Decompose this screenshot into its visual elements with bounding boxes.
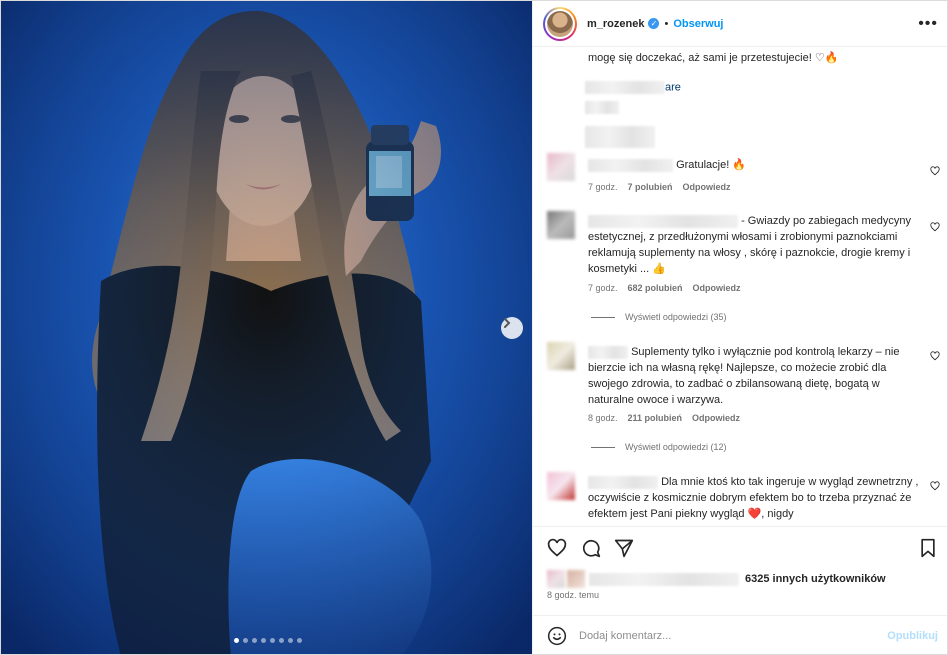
- comment-input[interactable]: Dodaj komentarz...: [579, 630, 887, 642]
- carousel-indicator: [234, 638, 302, 643]
- post-side-panel: m_rozenek ✓ • Obserwuj ••• mogę się docz…: [532, 1, 947, 654]
- carousel-next-button[interactable]: [501, 317, 523, 339]
- post-actions-bar: [533, 526, 947, 566]
- carousel-dot: [270, 638, 275, 643]
- view-replies-label: Wyświetl odpowiedzi (12): [625, 442, 727, 452]
- post-timestamp[interactable]: 8 godz. temu: [547, 590, 599, 600]
- comment-item: - Gwiazdy po zabiegach medycyny estetycz…: [588, 213, 923, 277]
- like-heart-icon[interactable]: [547, 538, 567, 558]
- comment-bubble-icon[interactable]: [581, 538, 601, 558]
- redacted-text: [585, 126, 655, 148]
- comment-meta: 8 godz. 211 polubień Odpowiedz: [588, 413, 740, 423]
- reply-button[interactable]: Odpowiedz: [683, 182, 731, 192]
- comment-likes[interactable]: 7 polubień: [628, 182, 673, 192]
- comment-age: 7 godz.: [588, 182, 618, 192]
- save-bookmark-icon[interactable]: [918, 538, 938, 558]
- post-photo[interactable]: [1, 1, 532, 654]
- view-replies-button[interactable]: Wyświetl odpowiedzi (12): [591, 442, 726, 452]
- commenter-avatar[interactable]: [547, 211, 575, 239]
- author-username[interactable]: m_rozenek: [587, 18, 644, 30]
- chevron-right-icon: [504, 318, 511, 328]
- comment-meta: 7 godz. 682 polubień Odpowiedz: [588, 283, 741, 293]
- redacted-text: [585, 101, 619, 114]
- instagram-post-modal: m_rozenek ✓ • Obserwuj ••• mogę się docz…: [0, 0, 948, 655]
- carousel-dot: [297, 638, 302, 643]
- carousel-dot: [252, 638, 257, 643]
- comment-meta: 7 godz. 7 polubień Odpowiedz: [588, 182, 731, 192]
- carousel-dot: [288, 638, 293, 643]
- author-avatar[interactable]: [543, 6, 577, 41]
- caption-link-row[interactable]: are: [585, 81, 681, 94]
- add-comment-bar: Dodaj komentarz... Opublikuj: [533, 615, 947, 654]
- post-header: m_rozenek ✓ • Obserwuj •••: [533, 1, 947, 47]
- carousel-dot: [243, 638, 248, 643]
- follow-button[interactable]: Obserwuj: [673, 18, 723, 30]
- comment-text: Gratulacje! 🔥: [676, 159, 747, 171]
- reply-button[interactable]: Odpowiedz: [693, 283, 741, 293]
- carousel-dot: [261, 638, 266, 643]
- like-comment-icon[interactable]: [930, 166, 940, 176]
- comment-likes[interactable]: 211 polubień: [628, 413, 683, 423]
- more-options-icon[interactable]: •••: [918, 15, 938, 33]
- share-send-icon[interactable]: [614, 538, 634, 558]
- likes-count: 6325 innych użytkowników: [745, 573, 886, 585]
- comment-item: Dla mnie ktoś kto tak ingeruje w wygląd …: [588, 474, 923, 522]
- like-comment-icon[interactable]: [930, 481, 940, 491]
- emoji-picker-icon[interactable]: [547, 626, 567, 646]
- commenter-avatar[interactable]: [547, 472, 575, 500]
- caption-text: mogę się doczekać, aż sami je przetestuj…: [588, 52, 839, 64]
- comment-age: 7 godz.: [588, 283, 618, 293]
- commenter-avatar[interactable]: [547, 153, 575, 181]
- reply-button[interactable]: Odpowiedz: [692, 413, 740, 423]
- comment-item: Suplementy tylko i wyłącznie pod kontrol…: [588, 344, 923, 408]
- comment-likes[interactable]: 682 polubień: [628, 283, 683, 293]
- post-image-illustration: [1, 1, 532, 654]
- carousel-dot: [234, 638, 239, 643]
- carousel-dot: [279, 638, 284, 643]
- header-separator: •: [664, 17, 669, 30]
- likes-summary[interactable]: 6325 innych użytkowników: [547, 570, 886, 588]
- comment-text: Suplementy tylko i wyłącznie pod kontrol…: [588, 346, 900, 406]
- commenter-avatar[interactable]: [547, 342, 575, 370]
- verified-badge-icon: ✓: [648, 18, 660, 29]
- publish-button[interactable]: Opublikuj: [887, 630, 938, 642]
- like-comment-icon[interactable]: [930, 351, 940, 361]
- like-comment-icon[interactable]: [930, 222, 940, 232]
- view-replies-label: Wyświetl odpowiedzi (35): [625, 312, 727, 322]
- view-replies-button[interactable]: Wyświetl odpowiedzi (35): [591, 312, 726, 322]
- caption-link[interactable]: are: [665, 81, 681, 93]
- comments-list[interactable]: mogę się doczekać, aż sami je przetestuj…: [533, 48, 947, 525]
- comment-age: 8 godz.: [588, 413, 618, 423]
- comment-item: Gratulacje! 🔥: [588, 157, 923, 173]
